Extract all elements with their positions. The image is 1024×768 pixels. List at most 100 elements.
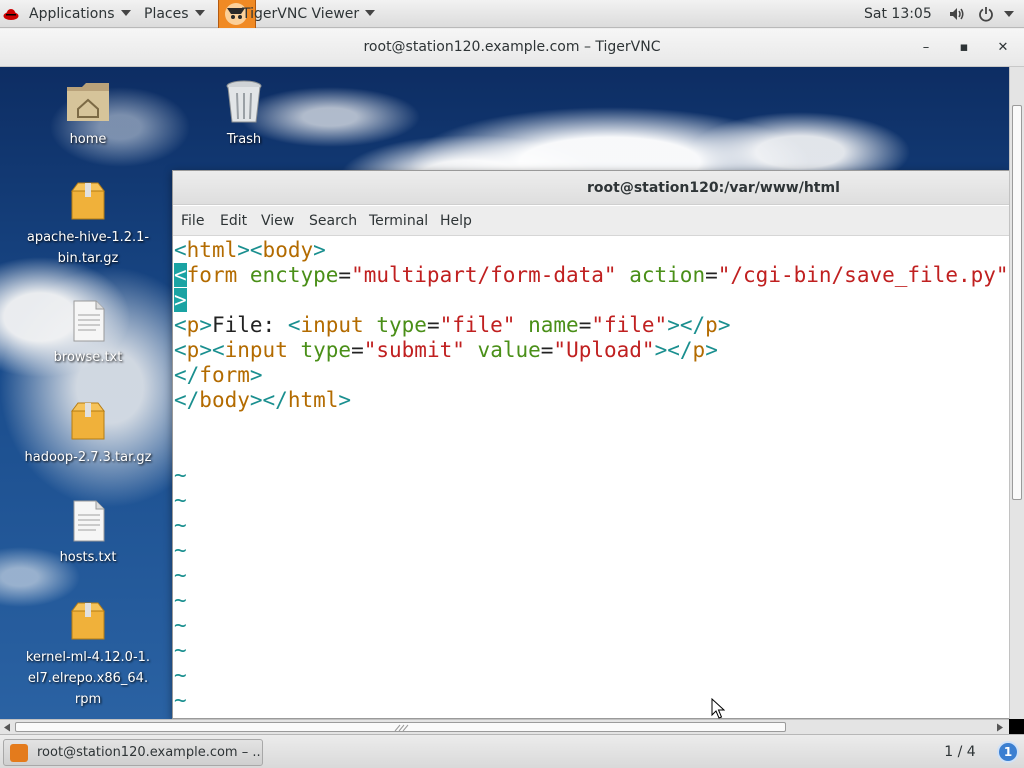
code-token: "file" bbox=[591, 313, 668, 337]
remote-desktop[interactable]: home Trash apache-hive-1.2.1- bin.tar.gz bbox=[0, 67, 1009, 719]
home-folder-icon bbox=[67, 83, 109, 121]
desktop-icon-kernel-rpm[interactable]: kernel-ml-4.12.0-1. el7.elrepo.x86_64. r… bbox=[18, 599, 158, 710]
code-token: = bbox=[426, 313, 440, 337]
maximize-button[interactable]: ▪ bbox=[955, 39, 973, 57]
code-line: > bbox=[174, 288, 187, 313]
empty-line-marker: ~ bbox=[174, 563, 187, 587]
empty-line-marker: ~ bbox=[174, 463, 187, 487]
code-token: html bbox=[287, 388, 339, 412]
code-token: p bbox=[186, 338, 200, 362]
code-token: type bbox=[300, 338, 352, 362]
menu-search[interactable]: Search bbox=[309, 213, 357, 229]
menu-view[interactable]: View bbox=[261, 213, 294, 229]
code-token: > bbox=[654, 338, 668, 362]
code-token: body bbox=[199, 388, 250, 412]
code-token: < bbox=[174, 313, 187, 337]
desktop-icon-browse-txt[interactable]: browse.txt bbox=[18, 299, 158, 368]
vnc-window-titlebar[interactable]: root@station120.example.com – TigerVNC –… bbox=[0, 29, 1024, 67]
code-token: p bbox=[692, 338, 706, 362]
close-button[interactable]: ✕ bbox=[994, 39, 1012, 57]
top-panel: Applications Places TigerVNC Viewer Sat … bbox=[0, 0, 1024, 28]
trash-icon bbox=[226, 80, 262, 123]
clock[interactable]: Sat 13:05 bbox=[864, 0, 932, 28]
menu-help[interactable]: Help bbox=[440, 213, 472, 229]
empty-line-marker: ~ bbox=[174, 688, 187, 712]
scrollbar-corner bbox=[1009, 719, 1024, 734]
vertical-scrollbar-thumb[interactable] bbox=[1012, 105, 1022, 500]
desktop-icon-label: rpm bbox=[74, 692, 102, 707]
horizontal-scrollbar-thumb[interactable] bbox=[15, 722, 786, 732]
code-token: = bbox=[705, 263, 718, 287]
applications-menu-label: Applications bbox=[29, 6, 115, 22]
code-token: name bbox=[528, 313, 579, 337]
code-token: enctype bbox=[249, 263, 339, 287]
taskbar-window-button[interactable]: root@station120.example.com – ... bbox=[3, 739, 263, 766]
power-icon[interactable] bbox=[978, 6, 994, 22]
code-token: < bbox=[174, 238, 187, 262]
code-token: > bbox=[249, 388, 263, 412]
code-token: > bbox=[313, 238, 326, 262]
desktop-icon-label: apache-hive-1.2.1- bbox=[26, 230, 150, 245]
code-token: "submit" bbox=[363, 338, 465, 362]
desktop-icon-hosts-txt[interactable]: hosts.txt bbox=[18, 499, 158, 568]
code-token: < bbox=[211, 338, 225, 362]
terminal-content[interactable]: <html><body> <form enctype="multipart/fo… bbox=[173, 237, 1009, 718]
desktop-icon-trash[interactable]: Trash bbox=[174, 79, 314, 150]
workspace-indicator[interactable]: 1 / 4 bbox=[930, 739, 990, 766]
taskbar-window-label: root@station120.example.com – ... bbox=[37, 745, 263, 760]
mouse-pointer-icon bbox=[711, 698, 725, 719]
chevron-down-icon bbox=[120, 10, 131, 16]
code-token: > bbox=[199, 313, 212, 337]
code-token: "/cgi-bin/save_file.py" bbox=[717, 263, 1009, 287]
code-token: = bbox=[351, 338, 364, 362]
code-token: > bbox=[174, 288, 187, 312]
chevron-down-icon[interactable] bbox=[1004, 11, 1014, 17]
empty-line-marker: ~ bbox=[174, 513, 187, 537]
menu-file[interactable]: File bbox=[181, 213, 204, 229]
code-token: < bbox=[174, 338, 187, 362]
code-token: = bbox=[578, 313, 592, 337]
tigervnc-app-icon bbox=[10, 744, 28, 762]
code-token: p bbox=[705, 313, 718, 337]
horizontal-scrollbar[interactable] bbox=[0, 719, 1009, 734]
code-token: < bbox=[174, 263, 187, 287]
terminal-menubar: File Edit View Search Terminal Help bbox=[173, 206, 1009, 236]
notification-badge[interactable]: 1 bbox=[997, 741, 1019, 763]
applications-menu[interactable]: Applications bbox=[29, 0, 131, 28]
code-token: < bbox=[287, 313, 301, 337]
vertical-scrollbar[interactable] bbox=[1009, 67, 1024, 719]
desktop-icon-apache-hive[interactable]: apache-hive-1.2.1- bin.tar.gz bbox=[18, 179, 158, 269]
code-line: <p>File: <input type="file" name="file">… bbox=[174, 313, 730, 338]
terminal-window[interactable]: root@station120:/var/www/html File Edit … bbox=[172, 170, 1009, 719]
desktop-icon-home[interactable]: home bbox=[18, 79, 158, 150]
places-menu[interactable]: Places bbox=[144, 0, 205, 28]
code-token: p bbox=[186, 313, 200, 337]
archive-icon bbox=[71, 182, 105, 220]
code-line: <form enctype="multipart/form-data" acti… bbox=[174, 263, 1009, 288]
desktop-icon-label: kernel-ml-4.12.0-1. bbox=[25, 650, 151, 665]
active-app-menu[interactable]: TigerVNC Viewer bbox=[242, 0, 376, 28]
volume-icon[interactable] bbox=[949, 6, 965, 22]
code-token: input bbox=[300, 313, 364, 337]
menu-edit[interactable]: Edit bbox=[220, 213, 247, 229]
scroll-left-icon[interactable] bbox=[3, 723, 11, 732]
code-token: body bbox=[262, 238, 314, 262]
desktop-icon-label: browse.txt bbox=[53, 350, 123, 365]
scroll-right-icon[interactable] bbox=[996, 723, 1004, 732]
desktop-icon-hadoop[interactable]: hadoop-2.7.3.tar.gz bbox=[18, 399, 158, 468]
empty-line-marker: ~ bbox=[174, 488, 187, 512]
code-token: "Upload" bbox=[553, 338, 655, 362]
grip-icon bbox=[394, 724, 409, 732]
code-token: </ bbox=[262, 388, 288, 412]
archive-icon bbox=[71, 602, 105, 640]
terminal-titlebar[interactable]: root@station120:/var/www/html bbox=[173, 171, 1009, 205]
code-token: type bbox=[376, 313, 427, 337]
code-line: </body></html> bbox=[174, 388, 351, 413]
menu-terminal[interactable]: Terminal bbox=[369, 213, 428, 229]
minimize-button[interactable]: – bbox=[917, 39, 935, 57]
code-token: > bbox=[338, 388, 352, 412]
